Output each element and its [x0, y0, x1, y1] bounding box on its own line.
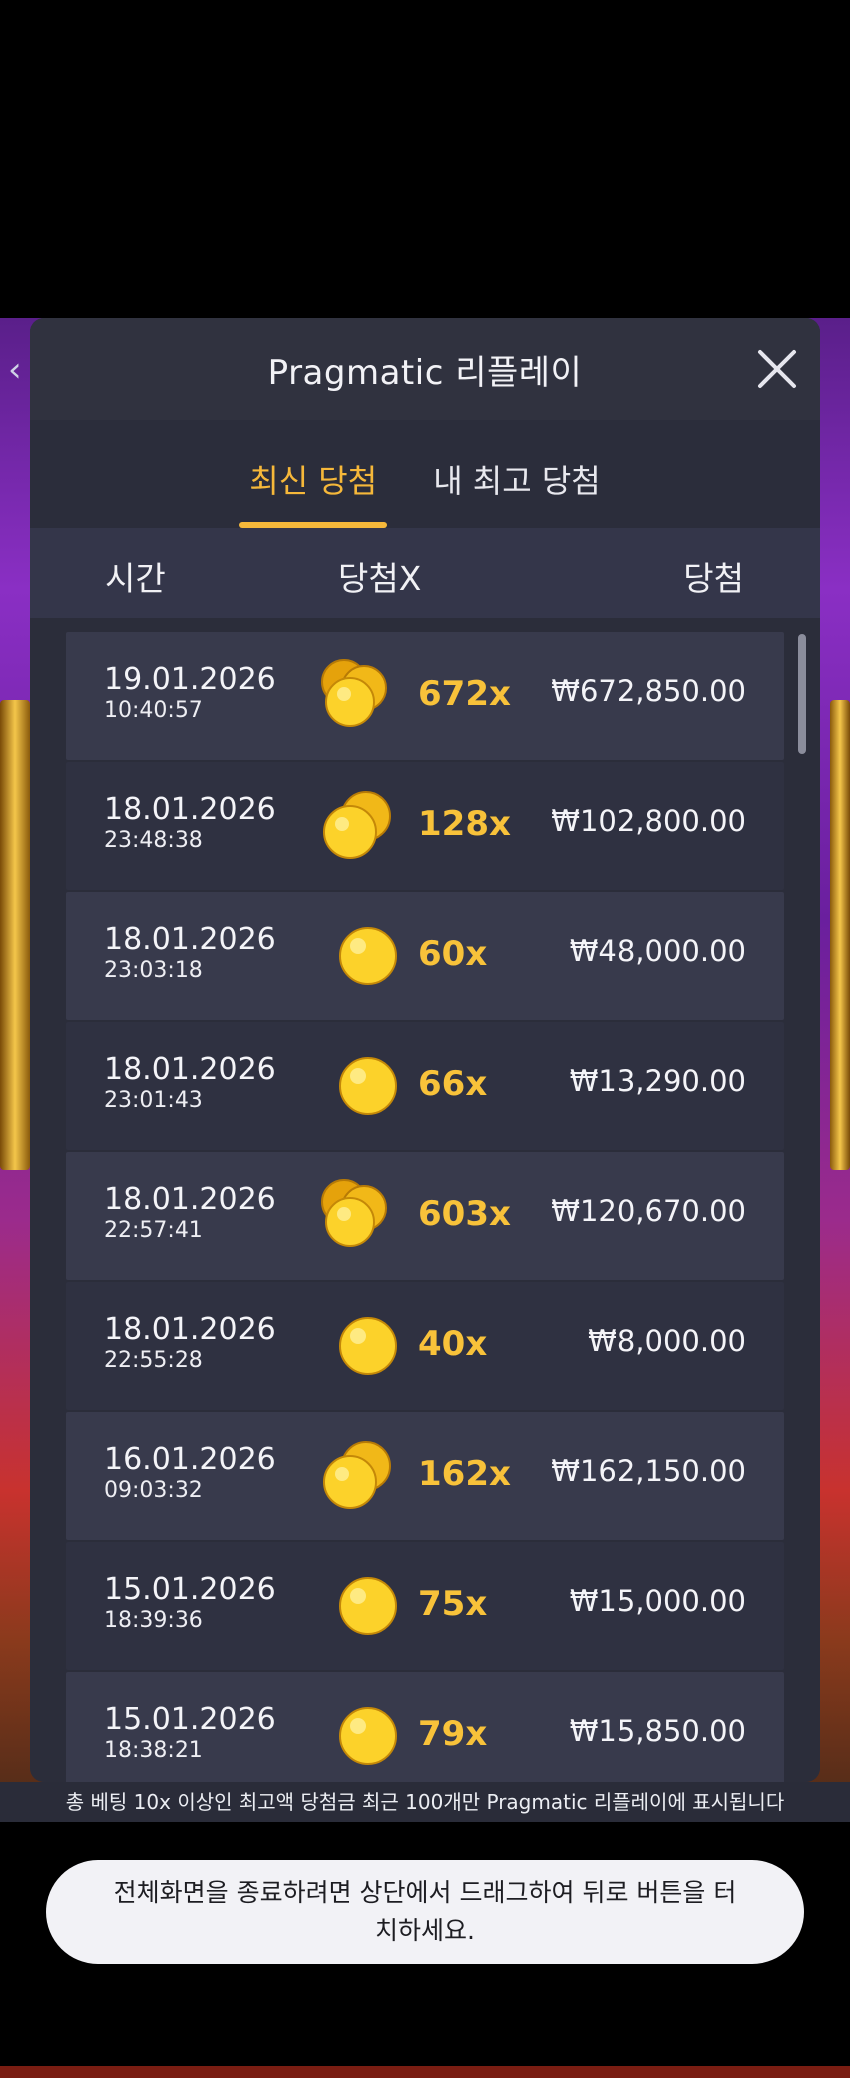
two-coins-icon [323, 791, 391, 859]
win-time: 23:03:18 [104, 958, 203, 983]
toast-text: 전체화면을 종료하려면 상단에서 드래그하여 뒤로 버튼을 터치하세요. [113, 1878, 737, 1945]
win-amount: ₩102,800.00 [551, 804, 746, 838]
win-multiplier: 128x [418, 804, 511, 844]
coin-icon [339, 1707, 397, 1765]
win-multiplier: 66x [418, 1064, 488, 1104]
fullscreen-exit-toast: 전체화면을 종료하려면 상단에서 드래그하여 뒤로 버튼을 터치하세요. [46, 1860, 804, 1964]
win-multiplier: 75x [418, 1584, 488, 1624]
win-multiplier: 60x [418, 934, 488, 974]
chevron-left-icon[interactable]: ‹ [8, 350, 22, 390]
column-time: 시간 [105, 559, 166, 598]
modal-title: Pragmatic 리플레이 [267, 352, 583, 393]
two-coins-icon [323, 1441, 391, 1509]
win-amount: ₩120,670.00 [551, 1194, 746, 1228]
footer-note: 총 베팅 10x 이상인 최고액 당첨금 최근 100개만 Pragmatic … [0, 1782, 850, 1822]
win-date: 15.01.2026 [104, 1702, 276, 1737]
win-time: 18:39:36 [104, 1608, 203, 1633]
win-date: 18.01.2026 [104, 1312, 276, 1347]
coin-icon [339, 1577, 397, 1635]
tab-my-best-wins[interactable]: 내 최고 당첨 [419, 456, 615, 528]
win-row[interactable]: 16.01.2026 09:03:32 162x ₩162,150.00 [66, 1412, 784, 1540]
tab-latest-wins[interactable]: 최신 당첨 [235, 456, 391, 528]
win-multiplier: 40x [418, 1324, 488, 1364]
replay-modal: Pragmatic 리플레이 최신 당첨 내 최고 당첨 시간 당첨X 당첨 1… [30, 318, 820, 1782]
win-time: 22:55:28 [104, 1348, 203, 1373]
column-win: 당첨 [683, 559, 744, 598]
win-multiplier: 603x [418, 1194, 511, 1234]
win-row[interactable]: 15.01.2026 18:39:36 75x ₩15,000.00 [66, 1542, 784, 1670]
win-row[interactable]: 15.01.2026 18:38:21 79x ₩15,850.00 [66, 1672, 784, 1782]
win-amount: ₩672,850.00 [551, 674, 746, 708]
win-amount: ₩15,850.00 [569, 1714, 746, 1748]
win-date: 15.01.2026 [104, 1572, 276, 1607]
win-time: 22:57:41 [104, 1218, 203, 1243]
win-multiplier: 162x [418, 1454, 511, 1494]
win-amount: ₩8,000.00 [588, 1324, 746, 1358]
win-row[interactable]: 18.01.2026 22:55:28 40x ₩8,000.00 [66, 1282, 784, 1410]
three-coins-icon [321, 659, 387, 727]
win-amount: ₩48,000.00 [569, 934, 746, 968]
coin-icon [339, 927, 397, 985]
win-time: 09:03:32 [104, 1478, 203, 1503]
tab-bar: 최신 당첨 내 최고 당첨 [30, 420, 820, 528]
win-amount: ₩162,150.00 [551, 1454, 746, 1488]
three-coins-icon [321, 1179, 387, 1247]
coin-icon [339, 1317, 397, 1375]
win-date: 18.01.2026 [104, 1182, 276, 1217]
win-time: 18:38:21 [104, 1738, 203, 1763]
win-date: 19.01.2026 [104, 662, 276, 697]
win-time: 10:40:57 [104, 698, 203, 723]
win-row[interactable]: 19.01.2026 10:40:57 672x ₩672,850.00 [66, 632, 784, 760]
wins-list[interactable]: 19.01.2026 10:40:57 672x ₩672,850.00 18.… [30, 618, 820, 1782]
win-time: 23:48:38 [104, 828, 203, 853]
win-date: 18.01.2026 [104, 792, 276, 827]
gold-pillar-left [0, 700, 30, 1170]
win-row[interactable]: 18.01.2026 23:48:38 128x ₩102,800.00 [66, 762, 784, 890]
win-multiplier: 672x [418, 674, 511, 714]
win-date: 16.01.2026 [104, 1442, 276, 1477]
win-row[interactable]: 18.01.2026 23:01:43 66x ₩13,290.00 [66, 1022, 784, 1150]
column-header: 시간 당첨X 당첨 [30, 528, 820, 618]
win-date: 18.01.2026 [104, 922, 276, 957]
win-amount: ₩13,290.00 [569, 1064, 746, 1098]
win-time: 23:01:43 [104, 1088, 203, 1113]
gold-pillar-right [830, 700, 850, 1170]
list-scrollbar[interactable] [798, 634, 806, 754]
win-multiplier: 79x [418, 1714, 488, 1754]
coin-icon [339, 1057, 397, 1115]
column-multiplier: 당첨X [338, 559, 422, 598]
win-amount: ₩15,000.00 [569, 1584, 746, 1618]
win-row[interactable]: 18.01.2026 23:03:18 60x ₩48,000.00 [66, 892, 784, 1020]
modal-header: Pragmatic 리플레이 [30, 318, 820, 420]
win-date: 18.01.2026 [104, 1052, 276, 1087]
close-icon[interactable] [752, 344, 802, 394]
win-row[interactable]: 18.01.2026 22:57:41 603x ₩120,670.00 [66, 1152, 784, 1280]
bottom-strip [0, 2066, 850, 2078]
